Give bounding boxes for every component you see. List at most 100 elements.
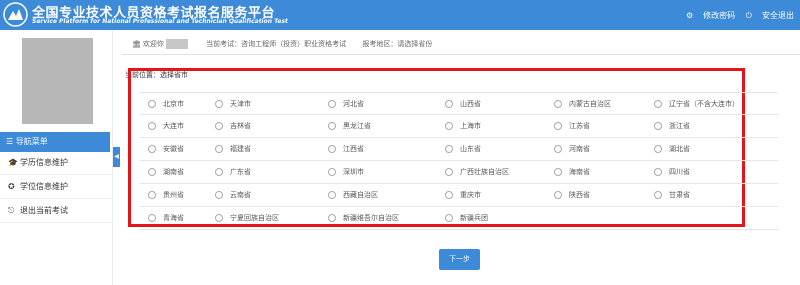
radio-button[interactable] [215, 191, 223, 199]
radio-button[interactable] [445, 214, 453, 222]
province-option[interactable]: 黑龙江省 [328, 115, 371, 137]
radio-button[interactable] [148, 122, 156, 130]
radio-button[interactable] [445, 122, 453, 130]
province-row: 安徽省 福建省 江西省 山东省 河南省 湖北省 [140, 138, 778, 161]
radio-button[interactable] [654, 122, 662, 130]
province-option[interactable]: 云南省 [215, 184, 251, 206]
province-label: 湖北省 [669, 145, 690, 153]
radio-button[interactable] [328, 100, 336, 108]
sidebar-collapse-button[interactable]: ◀ [113, 147, 120, 167]
logout-label: 安全退出 [762, 11, 794, 20]
province-option[interactable]: 湖北省 [654, 138, 690, 160]
province-option[interactable]: 吉林省 [215, 115, 251, 137]
radio-button[interactable] [328, 191, 336, 199]
radio-button[interactable] [148, 214, 156, 222]
province-option[interactable]: 北京市 [148, 93, 184, 115]
province-option[interactable]: 陕西省 [554, 184, 590, 206]
gear-icon: ⚙ [685, 11, 694, 20]
radio-button[interactable] [554, 122, 562, 130]
province-option[interactable]: 山东省 [445, 138, 481, 160]
province-label: 安徽省 [163, 145, 184, 153]
province-option[interactable]: 安徽省 [148, 138, 184, 160]
radio-button[interactable] [215, 122, 223, 130]
province-option[interactable]: 江苏省 [554, 115, 590, 137]
province-label: 吉林省 [230, 122, 251, 130]
sidebar-item-education[interactable]: 🎓 学历信息维护 [0, 151, 113, 175]
province-option[interactable]: 山西省 [445, 93, 481, 115]
exam-label: 当前考试： [206, 40, 242, 48]
province-option[interactable]: 浙江省 [654, 115, 690, 137]
radio-button[interactable] [148, 100, 156, 108]
province-label: 新疆兵团 [460, 214, 488, 222]
change-password-link[interactable]: ⚙ 修改密码 [686, 10, 735, 21]
province-label: 西藏自治区 [343, 191, 378, 199]
radio-button[interactable] [554, 191, 562, 199]
province-option[interactable]: 广西壮族自治区 [445, 161, 509, 183]
radio-button[interactable] [445, 145, 453, 153]
province-option[interactable]: 青海省 [148, 207, 184, 229]
province-label: 福建省 [230, 145, 251, 153]
radio-button[interactable] [148, 145, 156, 153]
province-row: 北京市 天津市 河北省 山西省 内蒙古自治区 辽宁省（不含大连市） [140, 92, 778, 115]
province-option[interactable]: 重庆市 [445, 184, 481, 206]
radio-button[interactable] [554, 168, 562, 176]
sidebar-item-label: 学位信息维护 [20, 182, 68, 191]
radio-button[interactable] [445, 100, 453, 108]
radio-button[interactable] [445, 168, 453, 176]
radio-button[interactable] [554, 145, 562, 153]
province-option[interactable]: 江西省 [328, 138, 364, 160]
province-label: 黑龙江省 [343, 122, 371, 130]
province-option[interactable]: 湖南省 [148, 161, 184, 183]
province-option[interactable]: 新疆维吾尔自治区 [328, 207, 399, 229]
province-option[interactable]: 广东省 [215, 161, 251, 183]
province-option[interactable]: 辽宁省（不含大连市） [654, 93, 739, 115]
province-label: 河南省 [569, 145, 590, 153]
province-option[interactable]: 西藏自治区 [328, 184, 378, 206]
radio-button[interactable] [148, 168, 156, 176]
province-option[interactable]: 内蒙古自治区 [554, 93, 611, 115]
province-option[interactable]: 甘肃省 [654, 184, 690, 206]
radio-button[interactable] [328, 145, 336, 153]
sidebar: ☰ 导航菜单 🎓 学历信息维护 ✪ 学位信息维护 ⎋ 退出当前考试 [0, 30, 113, 285]
radio-button[interactable] [654, 168, 662, 176]
radio-button[interactable] [554, 100, 562, 108]
radio-button[interactable] [328, 168, 336, 176]
province-label: 辽宁省（不含大连市） [669, 100, 739, 108]
province-label: 贵州省 [163, 191, 184, 199]
radio-button[interactable] [654, 191, 662, 199]
change-password-label: 修改密码 [703, 11, 736, 20]
radio-button[interactable] [328, 214, 336, 222]
province-option[interactable]: 河南省 [554, 138, 590, 160]
radio-button[interactable] [215, 214, 223, 222]
province-option[interactable]: 四川省 [654, 161, 690, 183]
sidebar-item-degree[interactable]: ✪ 学位信息维护 [0, 175, 113, 199]
radio-button[interactable] [215, 145, 223, 153]
province-label: 浙江省 [669, 122, 690, 130]
radio-button[interactable] [445, 191, 453, 199]
province-option[interactable]: 贵州省 [148, 184, 184, 206]
province-option[interactable]: 上海市 [445, 115, 481, 137]
radio-button[interactable] [654, 100, 662, 108]
province-label: 北京市 [163, 100, 184, 108]
province-option[interactable]: 宁夏回族自治区 [215, 207, 279, 229]
province-option[interactable]: 福建省 [215, 138, 251, 160]
province-option[interactable]: 河北省 [328, 93, 364, 115]
province-option[interactable]: 大连市 [148, 115, 184, 137]
province-option[interactable]: 天津市 [215, 93, 251, 115]
radio-button[interactable] [148, 191, 156, 199]
logout-link[interactable]: ⏻ 安全退出 [746, 10, 794, 21]
radio-button[interactable] [215, 168, 223, 176]
radio-button[interactable] [215, 100, 223, 108]
province-option[interactable]: 新疆兵团 [445, 207, 488, 229]
sidebar-item-label: 学历信息维护 [20, 158, 68, 167]
province-option[interactable]: 深圳市 [328, 161, 364, 183]
radio-button[interactable] [328, 122, 336, 130]
province-option[interactable]: 海南省 [554, 161, 590, 183]
sidebar-item-exit-exam[interactable]: ⎋ 退出当前考试 [0, 199, 113, 223]
province-row: 大连市 吉林省 黑龙江省 上海市 江苏省 浙江省 [140, 115, 778, 138]
province-label: 上海市 [460, 122, 481, 130]
radio-button[interactable] [654, 145, 662, 153]
avatar [22, 38, 93, 124]
province-label: 陕西省 [569, 191, 590, 199]
next-step-button[interactable]: 下一步 [439, 249, 480, 270]
